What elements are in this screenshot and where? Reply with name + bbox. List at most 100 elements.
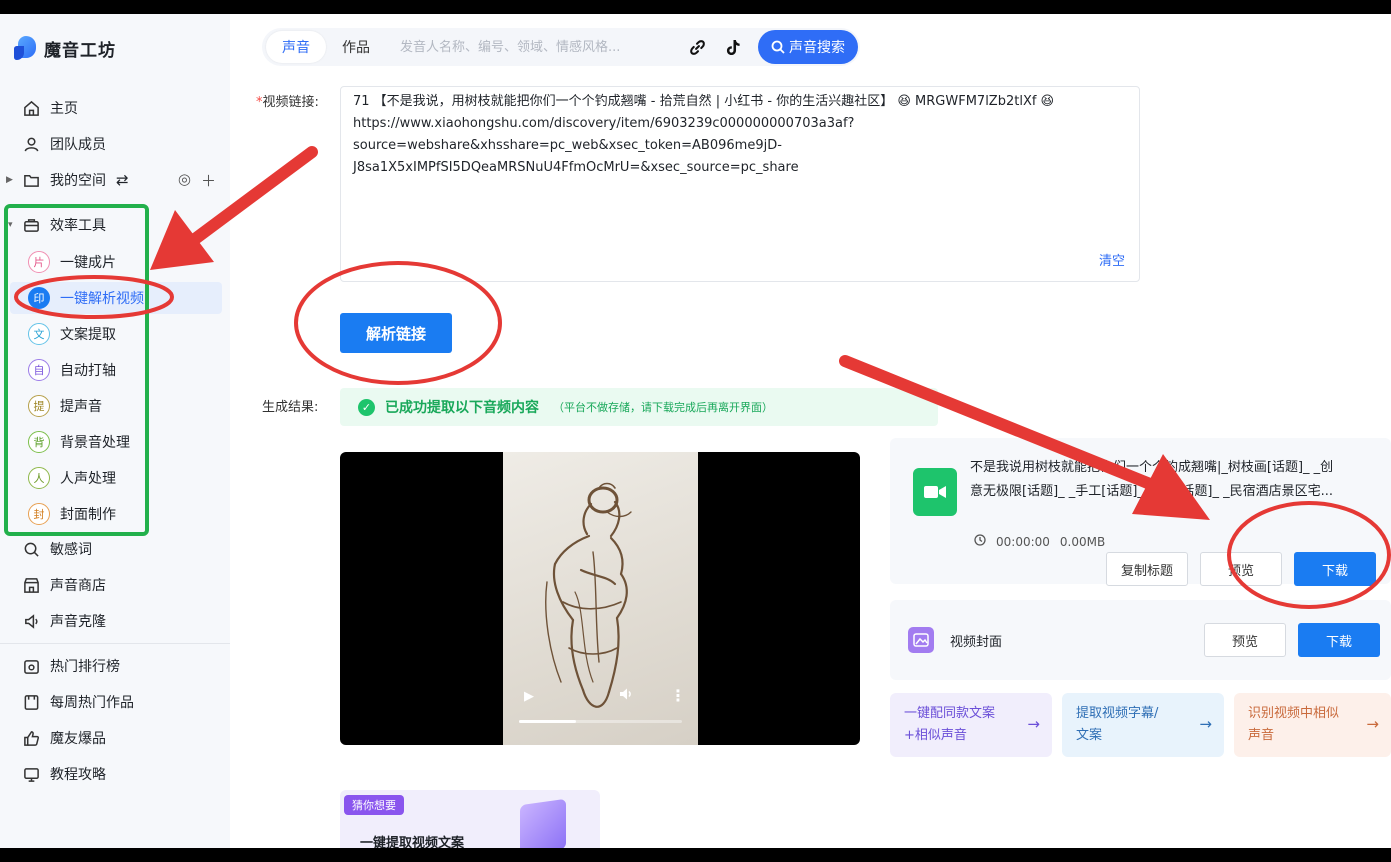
feature-card-line: 声音 <box>1248 728 1275 743</box>
tool-vocal-process[interactable]: 人 人声处理 <box>10 462 222 494</box>
recommendation-card[interactable]: 猜你想要 一键提取视频文案 <box>340 790 600 848</box>
clock-icon <box>974 534 986 549</box>
speaker-icon <box>22 612 40 630</box>
more-icon[interactable]: ⋮ <box>670 686 686 705</box>
tiktok-icon[interactable] <box>724 38 742 56</box>
voice-search-bar: 声音 作品 声音搜索 <box>262 28 860 66</box>
monitor-icon <box>22 765 40 783</box>
voice-search-button[interactable]: 声音搜索 <box>758 30 858 64</box>
video-size: 0.00MB <box>1059 534 1106 549</box>
parse-link-button[interactable]: 解析链接 <box>340 313 452 353</box>
tool-cover-make[interactable]: 封 封面制作 <box>10 498 222 530</box>
sidebar-item-efficiency-tools[interactable]: ▾ 效率工具 <box>0 209 230 241</box>
add-icon[interactable]: ＋ <box>201 170 216 191</box>
tool-badge: 人 <box>28 467 50 489</box>
sidebar-item-my-space[interactable]: ▶ 我的空间 ⇄ ◎ ＋ <box>0 164 230 196</box>
result-label: 生成结果: <box>262 400 319 415</box>
preview-cover-button[interactable]: 预览 <box>1204 623 1286 657</box>
sidebar-item-label: 敏感词 <box>50 542 92 558</box>
search-icon <box>771 40 785 54</box>
tool-text-extract[interactable]: 文 文案提取 <box>10 318 222 350</box>
preview-video-button[interactable]: 预览 <box>1200 552 1282 586</box>
toolbox-icon <box>22 216 40 234</box>
video-progress-fill <box>519 720 577 723</box>
sidebar-item-label: 声音商店 <box>50 578 106 594</box>
tool-badge: 自 <box>28 359 50 381</box>
video-file-icon <box>913 468 957 516</box>
copy-title-button[interactable]: 复制标题 <box>1106 552 1188 586</box>
tool-one-click-video[interactable]: 片 一键成片 <box>10 246 222 278</box>
switch-icon[interactable]: ⇄ <box>116 171 129 189</box>
ranking-icon <box>22 657 40 675</box>
feature-card-line: 一键配同款文案 <box>904 706 996 721</box>
recommendation-text: 一键提取视频文案 <box>360 836 465 848</box>
link-text-line: 71 【不是我说，用树枝就能把你们一个个钓成翘嘴 - 拾荒自然 | 小红书 - … <box>353 94 1055 109</box>
caret-right-icon[interactable]: ▶ <box>6 175 13 185</box>
caret-down-icon[interactable]: ▾ <box>8 220 13 230</box>
user-icon <box>22 135 40 153</box>
tool-extract-voice[interactable]: 提 提声音 <box>10 390 222 422</box>
play-icon[interactable]: ▶ <box>524 689 534 704</box>
sidebar-item-label: 每周热门作品 <box>50 695 134 711</box>
download-cover-button[interactable]: 下载 <box>1298 623 1380 657</box>
sidebar-item-hot-ranking[interactable]: 热门排行榜 <box>0 650 230 682</box>
tool-badge: 印 <box>28 287 50 309</box>
volume-icon[interactable] <box>618 686 634 706</box>
tool-label: 封面制作 <box>60 507 116 523</box>
sidebar-item-label: 团队成员 <box>50 137 106 153</box>
sidebar-item-weekly-hot[interactable]: 每周热门作品 <box>0 686 230 718</box>
store-icon <box>22 576 40 594</box>
feature-card-extract-subtitles[interactable]: 提取视频字幕/ 文案 → <box>1062 693 1224 757</box>
video-cover-label: 视频封面 <box>950 635 1003 650</box>
sidebar-item-label: 声音克隆 <box>50 614 106 630</box>
settings-icon[interactable]: ◎ <box>178 170 191 191</box>
tool-label: 一键成片 <box>60 255 116 271</box>
feature-card-similar-voice[interactable]: 识别视频中相似 声音 → <box>1234 693 1391 757</box>
sidebar-item-voice-store[interactable]: 声音商店 <box>0 569 230 601</box>
sidebar-item-sensitive-words[interactable]: 敏感词 <box>0 533 230 565</box>
tool-badge: 提 <box>28 395 50 417</box>
thumbs-up-icon <box>22 729 40 747</box>
video-link-textarea[interactable]: 71 【不是我说，用树枝就能把你们一个个钓成翘嘴 - 拾荒自然 | 小红书 - … <box>340 86 1140 282</box>
check-icon: ✓ <box>358 398 375 416</box>
tab-voice[interactable]: 声音 <box>266 31 326 63</box>
sidebar: 魔音工坊 主页 团队成员 ▶ 我的空间 ⇄ ◎ ＋ ▾ 效率工具 片 一键成片 … <box>0 14 230 848</box>
tool-auto-timeline[interactable]: 自 自动打轴 <box>10 354 222 386</box>
search-input[interactable] <box>400 34 682 60</box>
arrow-right-icon: → <box>1199 715 1212 733</box>
sidebar-item-tutorials[interactable]: 教程攻略 <box>0 758 230 790</box>
tool-label: 一键解析视频 <box>60 291 144 307</box>
video-file-card: 不是我说用树枝就能把你们一个个钓成翘嘴|_树枝画[话题]_ _创 意无极限[话题… <box>890 438 1391 586</box>
video-cover-card: 视频封面 预览 下载 <box>890 600 1391 680</box>
sidebar-item-home[interactable]: 主页 <box>0 92 230 124</box>
home-icon <box>22 99 40 117</box>
download-video-button[interactable]: 下载 <box>1294 552 1376 586</box>
tool-bgm-process[interactable]: 背 背景音处理 <box>10 426 222 458</box>
tab-works[interactable]: 作品 <box>326 31 386 63</box>
sidebar-item-voice-clone[interactable]: 声音克隆 <box>0 605 230 637</box>
feature-card-line: +相似声音 <box>904 728 967 743</box>
sidebar-item-hit-works[interactable]: 魔友爆品 <box>0 722 230 754</box>
feature-card-same-copy[interactable]: 一键配同款文案 +相似声音 → <box>890 693 1052 757</box>
search-text-icon <box>22 540 40 558</box>
folder-icon <box>22 171 40 189</box>
sidebar-item-label: 主页 <box>50 101 78 117</box>
video-progress-bar[interactable] <box>519 720 682 723</box>
sidebar-item-label: 效率工具 <box>50 218 106 234</box>
video-file-title: 不是我说用树枝就能把你们一个个钓成翘嘴|_树枝画[话题]_ _创 意无极限[话题… <box>970 460 1334 499</box>
clear-button[interactable]: 清空 <box>1099 251 1125 273</box>
sidebar-item-label: 我的空间 <box>50 173 106 189</box>
link-icon[interactable] <box>688 38 706 56</box>
tool-badge: 封 <box>28 503 50 525</box>
calendar-icon <box>22 693 40 711</box>
tool-parse-video[interactable]: 印 一键解析视频 <box>10 282 222 314</box>
sidebar-item-team[interactable]: 团队成员 <box>0 128 230 160</box>
video-link-label: *视频链接: <box>256 95 319 110</box>
video-player[interactable]: ▶ ⋮ <box>340 452 860 745</box>
video-duration: 00:00:00 <box>996 534 1050 549</box>
app-logo-icon <box>14 34 38 62</box>
tool-label: 文案提取 <box>60 327 116 343</box>
app-logo[interactable]: 魔音工坊 <box>14 34 116 62</box>
arrow-right-icon: → <box>1366 715 1379 733</box>
app-name: 魔音工坊 <box>44 40 116 61</box>
